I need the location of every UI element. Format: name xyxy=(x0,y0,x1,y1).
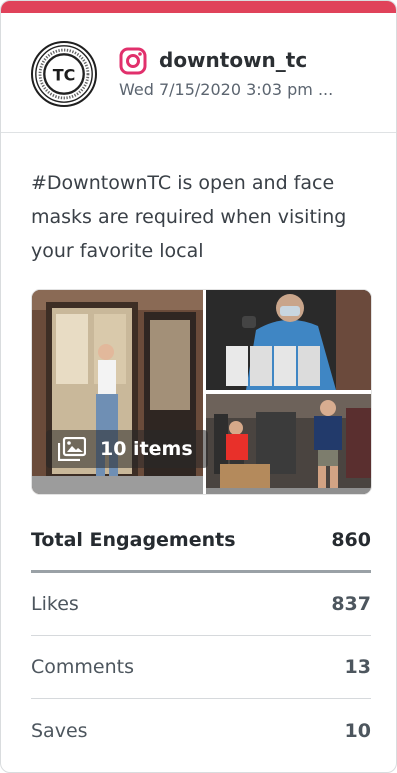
metric-label: Total Engagements xyxy=(31,528,236,551)
items-count-badge: 10 items xyxy=(46,430,208,468)
photo-beer-cans xyxy=(206,290,371,390)
metric-saves: Saves 10 xyxy=(31,699,371,762)
metric-value: 837 xyxy=(331,593,371,615)
metric-total-engagements: Total Engagements 860 xyxy=(31,509,371,573)
post-card[interactable]: TC downtown_tc Wed 7/15/2020 3:03 pm ...… xyxy=(0,0,397,773)
items-count: 10 items xyxy=(100,438,193,460)
account-name[interactable]: downtown_tc xyxy=(159,48,307,72)
instagram-icon xyxy=(119,47,147,75)
media-gallery[interactable]: 10 items xyxy=(31,289,372,495)
svg-text:TC: TC xyxy=(53,66,76,85)
metric-value: 13 xyxy=(344,656,371,678)
photo-store-interior xyxy=(206,394,371,494)
post-header: TC downtown_tc Wed 7/15/2020 3:03 pm ... xyxy=(1,13,396,133)
engagement-metrics: Total Engagements 860 Likes 837 Comments… xyxy=(31,509,371,762)
metric-label: Comments xyxy=(31,656,134,678)
post-caption: #DowntownTC is open and face masks are r… xyxy=(31,172,347,262)
metric-label: Saves xyxy=(31,719,88,742)
metric-comments: Comments 13 xyxy=(31,636,371,699)
gallery-icon xyxy=(58,437,86,461)
accent-bar xyxy=(1,1,396,13)
metric-likes: Likes 837 xyxy=(31,573,371,636)
metric-value: 860 xyxy=(331,528,371,551)
downtown-logo: TC xyxy=(35,45,93,103)
post-timestamp: Wed 7/15/2020 3:03 pm ... xyxy=(119,80,334,99)
metric-label: Likes xyxy=(31,593,79,615)
avatar[interactable]: TC xyxy=(31,41,97,107)
metric-value: 10 xyxy=(344,719,371,742)
